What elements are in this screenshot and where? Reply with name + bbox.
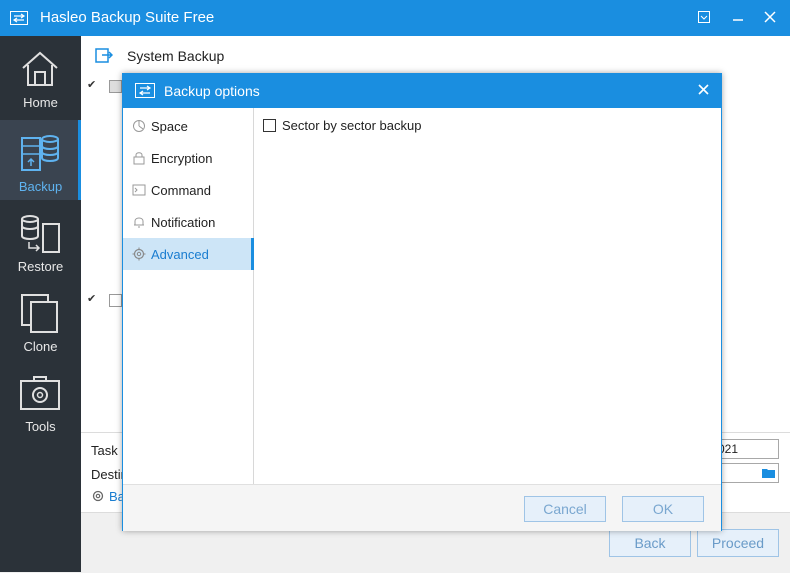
dialog-nav-command[interactable]: Command xyxy=(123,174,253,206)
destination-input[interactable] xyxy=(717,463,779,483)
tree-checkbox[interactable] xyxy=(109,294,122,307)
close-icon[interactable] xyxy=(760,8,780,28)
dialog-title: Backup options xyxy=(164,83,260,99)
dialog-footer: Cancel OK xyxy=(123,484,721,531)
dialog-nav-label: Encryption xyxy=(151,151,213,166)
task-name-input[interactable]: 021 xyxy=(717,439,779,459)
proceed-button[interactable]: Proceed xyxy=(697,529,779,557)
cancel-button[interactable]: Cancel xyxy=(524,496,606,522)
window-title: Hasleo Backup Suite Free xyxy=(40,9,215,26)
dialog-app-icon xyxy=(135,83,155,98)
gear-icon xyxy=(132,247,146,261)
sector-by-sector-option[interactable]: Sector by sector backup xyxy=(263,118,463,134)
tools-icon xyxy=(20,376,60,410)
tree-checkbox[interactable] xyxy=(109,80,122,93)
sidebar-item-label: Tools xyxy=(25,419,56,434)
folder-icon[interactable] xyxy=(762,467,775,479)
chevron-down-icon[interactable]: ✔ xyxy=(87,292,96,305)
page-title: System Backup xyxy=(127,48,225,64)
sidebar-item-tools[interactable]: Tools xyxy=(0,360,81,440)
pie-chart-icon xyxy=(133,120,145,132)
dialog-nav-space[interactable]: Space xyxy=(123,110,253,142)
advanced-options-content: Sector by sector backup xyxy=(254,108,721,484)
restore-icon xyxy=(21,215,60,253)
title-bar: Hasleo Backup Suite Free xyxy=(0,0,790,36)
dialog-title-bar: Backup options xyxy=(123,74,721,108)
bell-icon xyxy=(134,217,144,228)
sector-by-sector-checkbox[interactable] xyxy=(263,119,276,132)
sidebar: Home Backup Restore Clone Tools xyxy=(0,36,81,572)
sector-by-sector-label: Sector by sector backup xyxy=(282,118,422,133)
dialog-nav-label: Notification xyxy=(151,215,216,230)
ok-button[interactable]: OK xyxy=(622,496,704,522)
sidebar-item-restore[interactable]: Restore xyxy=(0,200,81,280)
chevron-down-icon[interactable]: ✔ xyxy=(87,78,96,91)
task-name-label: Task r xyxy=(91,443,126,458)
lock-icon xyxy=(133,152,145,165)
sidebar-item-label: Restore xyxy=(17,259,64,274)
home-icon xyxy=(22,51,58,86)
backup-icon xyxy=(21,135,59,171)
app-icon xyxy=(10,11,28,25)
sidebar-item-clone[interactable]: Clone xyxy=(0,280,81,360)
sidebar-item-home[interactable]: Home xyxy=(0,36,81,116)
command-icon xyxy=(132,184,146,196)
back-button[interactable]: Back xyxy=(609,529,691,557)
clone-icon xyxy=(21,294,58,333)
dialog-nav-advanced[interactable]: Advanced xyxy=(123,238,254,270)
backup-options-dialog: Backup options Space Encryption Command … xyxy=(122,73,722,531)
dialog-nav-notification[interactable]: Notification xyxy=(123,206,253,238)
dialog-nav-label: Advanced xyxy=(151,247,209,262)
dialog-nav-encryption[interactable]: Encryption xyxy=(123,142,253,174)
sidebar-item-label: Backup xyxy=(18,179,63,194)
system-backup-icon xyxy=(95,48,113,63)
menu-dropdown-icon[interactable] xyxy=(694,8,714,28)
destination-label: Destir xyxy=(91,467,125,482)
dialog-nav: Space Encryption Command Notification Ad… xyxy=(123,108,254,484)
dialog-nav-label: Command xyxy=(151,183,211,198)
dialog-close-icon[interactable] xyxy=(693,81,713,101)
gear-icon xyxy=(92,490,104,502)
sidebar-item-label: Home xyxy=(23,95,58,110)
sidebar-item-backup[interactable]: Backup xyxy=(0,120,81,200)
dialog-nav-label: Space xyxy=(151,119,188,134)
sidebar-item-label: Clone xyxy=(23,339,58,354)
minimize-icon[interactable] xyxy=(728,8,748,28)
